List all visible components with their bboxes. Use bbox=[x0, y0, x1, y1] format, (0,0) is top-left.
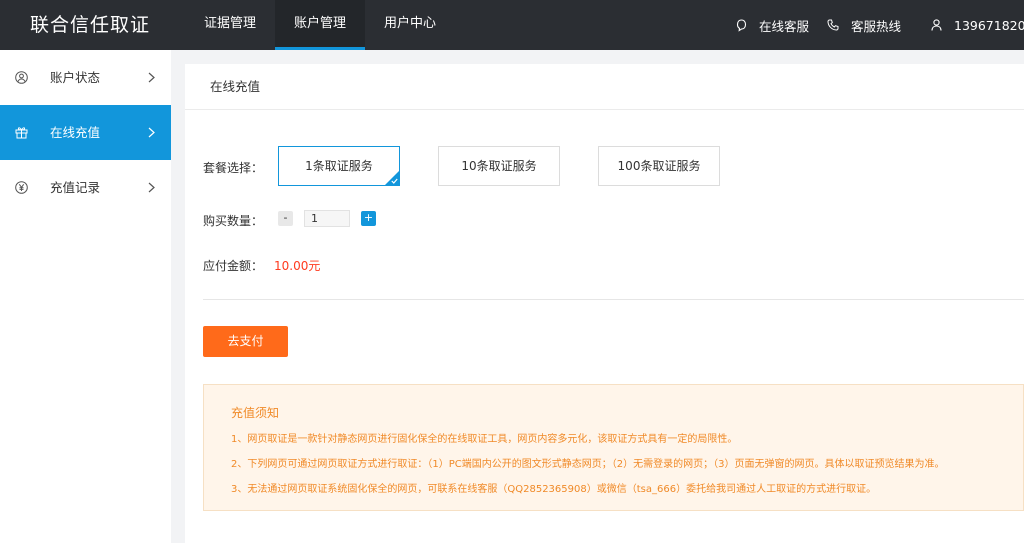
gift-icon bbox=[15, 127, 28, 139]
sidebar: 账户状态 在线充值 充值记录 bbox=[0, 50, 171, 543]
sidebar-item-label: 充值记录 bbox=[50, 180, 101, 195]
sidebar-item-recharge-records[interactable]: 充值记录 bbox=[0, 160, 171, 215]
top-right-actions: 在线客服 客服热线 13967182078 bbox=[718, 0, 1024, 50]
amount-value: 10.00元 bbox=[274, 259, 321, 273]
check-icon bbox=[391, 178, 398, 184]
package-label: 套餐选择： bbox=[203, 161, 264, 175]
nav-user-center[interactable]: 用户中心 bbox=[365, 0, 455, 50]
online-service-label: 在线客服 bbox=[758, 18, 809, 34]
package-option-label: 100条取证服务 bbox=[617, 159, 701, 173]
package-option-label: 1条取证服务 bbox=[305, 159, 373, 173]
notice-line: 1、网页取证是一款针对静态网页进行固化保全的在线取证工具，网页内容多元化，该取证… bbox=[231, 434, 738, 445]
chevron-right-icon bbox=[148, 127, 155, 138]
quantity-decrease-button[interactable]: - bbox=[278, 211, 293, 226]
package-option-100[interactable]: 100条取证服务 bbox=[598, 146, 720, 186]
user-circle-icon bbox=[15, 71, 28, 84]
notice-line: 3、无法通过网页取证系统固化保全的网页，可联系在线客服（QQ2852365908… bbox=[231, 484, 877, 495]
sidebar-item-label: 账户状态 bbox=[50, 70, 101, 85]
top-nav: 证据管理 账户管理 用户中心 bbox=[185, 0, 455, 50]
package-option-label: 10条取证服务 bbox=[461, 159, 537, 173]
nav-account-management[interactable]: 账户管理 bbox=[275, 0, 366, 50]
amount-label: 应付金额： bbox=[203, 259, 264, 273]
chevron-right-icon bbox=[148, 182, 155, 193]
recharge-notice: 充值须知 1、网页取证是一款针对静态网页进行固化保全的在线取证工具，网页内容多元… bbox=[203, 384, 1024, 511]
user-menu[interactable]: 13967182078 bbox=[931, 18, 1024, 33]
user-phone: 13967182078 bbox=[954, 17, 1024, 33]
notice-title: 充值须知 bbox=[231, 406, 280, 420]
chevron-right-icon bbox=[148, 72, 155, 83]
hotline-label: 客服热线 bbox=[850, 18, 901, 34]
nav-evidence-management[interactable]: 证据管理 bbox=[185, 0, 275, 50]
chat-bubble-icon bbox=[736, 18, 747, 32]
phone-icon bbox=[827, 19, 839, 31]
panel-title: 在线充值 bbox=[210, 79, 261, 94]
quantity-label: 购买数量： bbox=[203, 214, 264, 228]
user-icon bbox=[931, 19, 942, 31]
online-service-link[interactable]: 在线客服 bbox=[736, 16, 809, 35]
hotline-link[interactable]: 客服热线 bbox=[827, 16, 901, 35]
quantity-input[interactable] bbox=[304, 210, 350, 227]
yen-circle-icon bbox=[15, 181, 28, 194]
sidebar-item-label: 在线充值 bbox=[50, 125, 101, 140]
pay-button[interactable]: 去支付 bbox=[203, 326, 288, 357]
sidebar-item-online-recharge[interactable]: 在线充值 bbox=[0, 105, 171, 160]
quantity-increase-button[interactable]: + bbox=[361, 211, 376, 226]
notice-line: 2、下列网页可通过网页取证方式进行取证：（1）PC端国内公开的图文形式静态网页；… bbox=[231, 459, 945, 470]
package-option-1[interactable]: 1条取证服务 bbox=[278, 146, 400, 186]
logo: 联合信任取证 bbox=[30, 14, 151, 36]
panel-header: 在线充值 bbox=[185, 64, 1024, 110]
package-option-10[interactable]: 10条取证服务 bbox=[438, 146, 560, 186]
recharge-panel: 在线充值 套餐选择： 1条取证服务 10条取证服务 100条取证服务 购买数量：… bbox=[185, 64, 1024, 543]
sidebar-item-account-status[interactable]: 账户状态 bbox=[0, 50, 171, 105]
top-bar: 联合信任取证 证据管理 账户管理 用户中心 在线客服 客服热线 13967182… bbox=[0, 0, 1024, 50]
divider bbox=[203, 299, 1024, 300]
